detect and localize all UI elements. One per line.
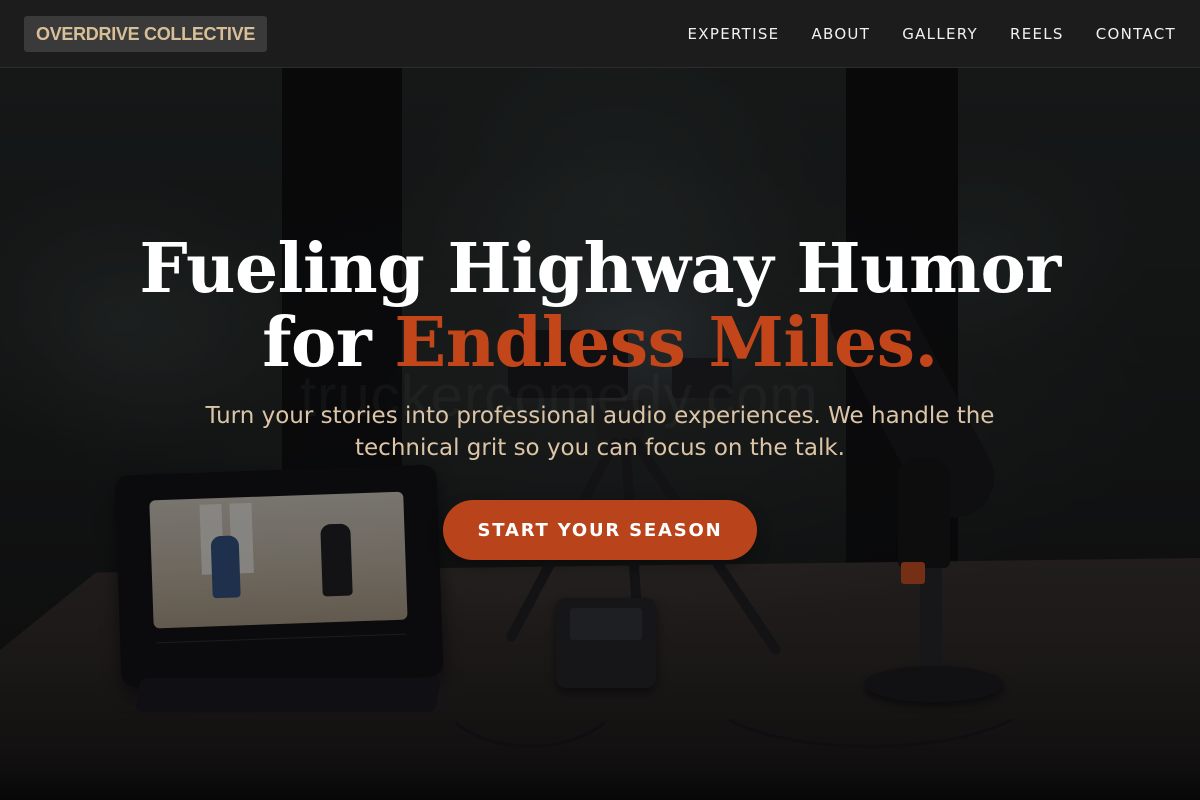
brand-logo-link[interactable]: OVERDRIVE COLLECTIVE (24, 16, 268, 52)
nav-link-gallery[interactable]: GALLERY (902, 25, 978, 43)
headline-line-1: Fueling Highway Humor (139, 229, 1061, 309)
nav-link-reels[interactable]: REELS (1010, 25, 1064, 43)
nav-links: EXPERTISE ABOUT GALLERY REELS CONTACT (688, 0, 1176, 68)
nav-link-about[interactable]: ABOUT (811, 25, 870, 43)
hero-headline: Fueling Highway Humor for Endless Miles. (0, 232, 1200, 380)
top-navbar: OVERDRIVE COLLECTIVE EXPERTISE ABOUT GAL… (0, 0, 1200, 68)
headline-for: for (262, 303, 372, 383)
start-season-button[interactable]: START YOUR SEASON (443, 500, 757, 560)
hero-subheadline: Turn your stories into professional audi… (205, 403, 995, 461)
nav-link-expertise[interactable]: EXPERTISE (688, 25, 780, 43)
nav-link-contact[interactable]: CONTACT (1096, 25, 1176, 43)
headline-accent: Endless Miles. (394, 303, 938, 383)
hero-content: Fueling Highway Humor for Endless Miles.… (0, 232, 1200, 560)
